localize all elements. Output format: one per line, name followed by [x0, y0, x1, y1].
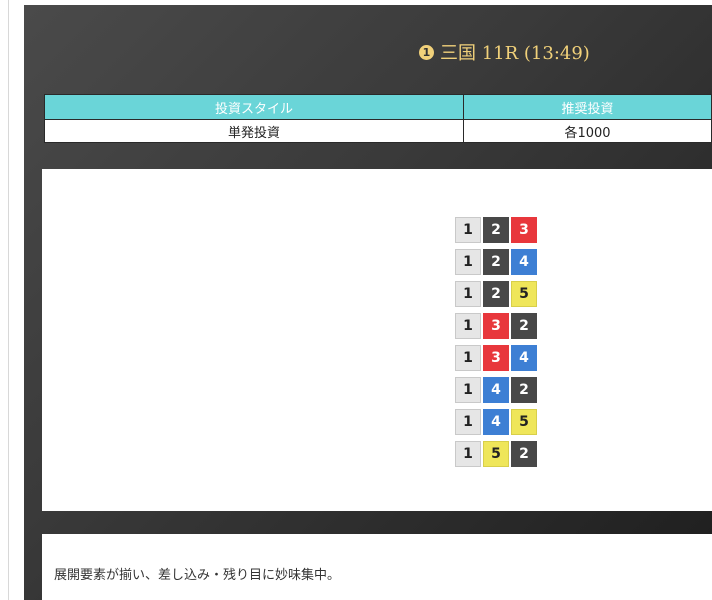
prediction-row: 125	[455, 281, 537, 307]
boat-number-3: 5	[511, 409, 537, 435]
prediction-row: 123	[455, 217, 537, 243]
prediction-list: 123124125132134142145152	[455, 217, 537, 473]
boat-number-1: 1	[455, 313, 481, 339]
boat-number-1: 1	[455, 345, 481, 371]
race-title: 1 三国 11R (13:49)	[419, 41, 590, 64]
boat-number-2: 4	[483, 409, 509, 435]
boat-number-2: 2	[483, 249, 509, 275]
prediction-row: 132	[455, 313, 537, 339]
prediction-row: 142	[455, 377, 537, 403]
boat-number-2: 3	[483, 313, 509, 339]
boat-number-2: 2	[483, 217, 509, 243]
prediction-row: 152	[455, 441, 537, 467]
header-recommended-investment: 推奨投資	[463, 94, 712, 120]
boat-number-1: 1	[455, 249, 481, 275]
race-panel: 1 三国 11R (13:49) 投資スタイル 推奨投資 単発投資 各1000 …	[24, 5, 712, 600]
boat-number-3: 2	[511, 377, 537, 403]
boat-number-1: 1	[455, 377, 481, 403]
boat-number-3: 4	[511, 345, 537, 371]
boat-number-2: 4	[483, 377, 509, 403]
prediction-row: 145	[455, 409, 537, 435]
boat-number-3: 5	[511, 281, 537, 307]
race-number-icon: 1	[419, 44, 434, 60]
boat-number-3: 2	[511, 441, 537, 467]
cell-investment-style: 単発投資	[44, 119, 464, 143]
comment-box: 展開要素が揃い、差し込み・残り目に妙味集中。	[42, 534, 712, 600]
table-header-row: 投資スタイル 推奨投資	[44, 94, 712, 120]
prediction-row: 134	[455, 345, 537, 371]
page-left-border	[8, 0, 9, 600]
boat-number-2: 3	[483, 345, 509, 371]
cell-recommended-investment: 各1000	[463, 119, 712, 143]
predictions-box: 123124125132134142145152	[42, 169, 712, 511]
boat-number-3: 4	[511, 249, 537, 275]
race-title-text: 三国 11R (13:49)	[440, 43, 590, 64]
boat-number-2: 5	[483, 441, 509, 467]
boat-number-3: 3	[511, 217, 537, 243]
prediction-row: 124	[455, 249, 537, 275]
investment-style-table: 投資スタイル 推奨投資 単発投資 各1000	[44, 94, 712, 143]
boat-number-1: 1	[455, 281, 481, 307]
boat-number-2: 2	[483, 281, 509, 307]
table-row: 単発投資 各1000	[44, 119, 712, 143]
boat-number-3: 2	[511, 313, 537, 339]
boat-number-1: 1	[455, 441, 481, 467]
boat-number-1: 1	[455, 409, 481, 435]
boat-number-1: 1	[455, 217, 481, 243]
header-investment-style: 投資スタイル	[44, 94, 464, 120]
race-comment: 展開要素が揃い、差し込み・残り目に妙味集中。	[54, 568, 341, 583]
